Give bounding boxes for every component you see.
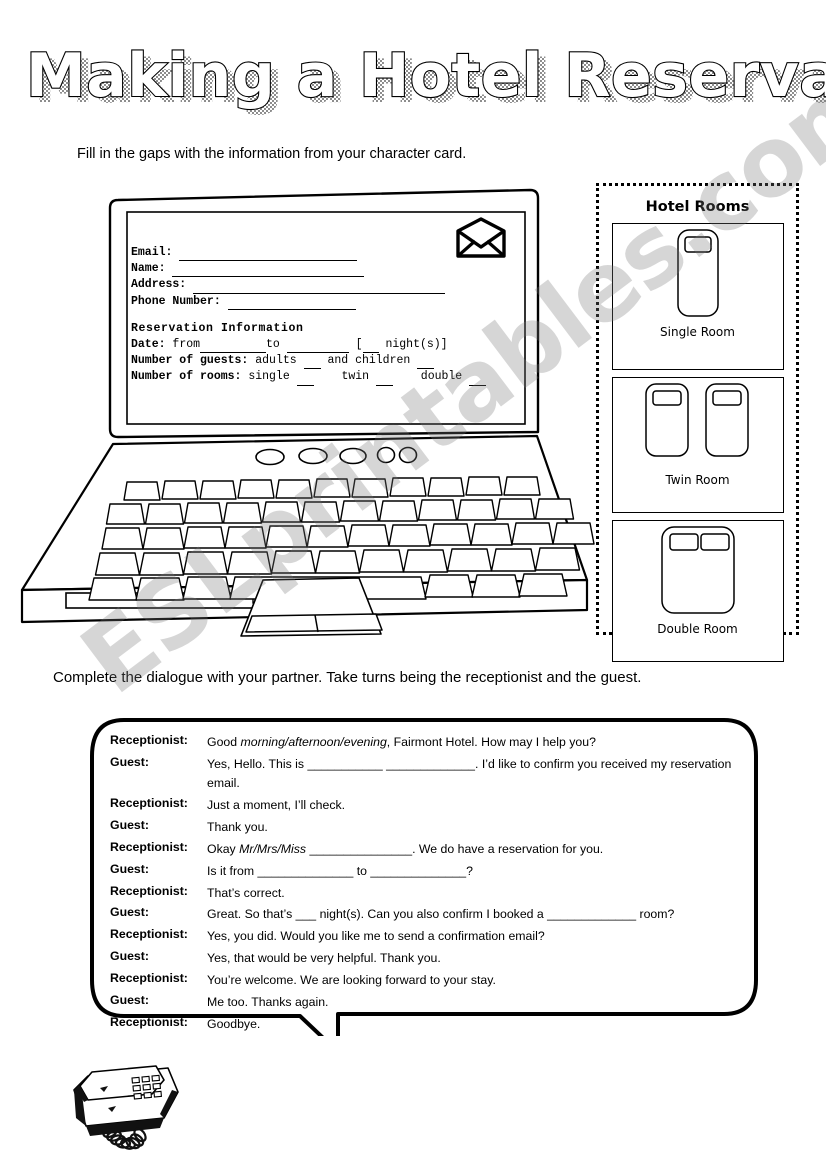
form-input-children[interactable] — [417, 357, 435, 370]
room-label-single: Single Room — [660, 325, 735, 339]
dialogue-row: Receptionist: That’s correct. — [110, 884, 760, 903]
form-input-name[interactable] — [172, 265, 365, 278]
form-label-phone: Phone Number: — [131, 294, 221, 308]
dialogue-row: Guest: Thank you. — [110, 818, 760, 837]
dialogue-speaker: Receptionist: — [110, 927, 188, 942]
dialogue-speaker: Guest: — [110, 754, 149, 769]
dialogue-row: Guest: Great. So that’s ___ night(s). Can… — [110, 905, 760, 924]
dialogue-row: Receptionist: Just a moment, I’ll check. — [110, 796, 760, 815]
trackpad-buttons — [245, 613, 383, 633]
telephone-icon — [60, 1046, 190, 1156]
room-card-double[interactable]: Double Room — [611, 520, 784, 662]
form-label-email: Email: — [131, 246, 173, 259]
instruction-complete-dialogue: Complete the dialogue with your partner.… — [53, 669, 642, 686]
form-input-address[interactable] — [193, 282, 446, 294]
dialogue-text: Yes, you did. Would you like me to send … — [207, 929, 545, 944]
reservation-form: Email: Name: Address: Phone Number: Rese… — [131, 245, 511, 386]
double-bed-icon — [660, 526, 735, 614]
form-input-phone[interactable] — [227, 298, 356, 310]
form-input-single[interactable] — [296, 374, 314, 386]
dialogue-text: Just a moment, I’ll check. — [207, 797, 346, 812]
dialogue-row: Receptionist: Yes, you did. Would you lik… — [110, 927, 760, 946]
form-row-guests: Number of guests: adults and children — [131, 353, 511, 370]
dialogue-speaker: Guest: — [110, 817, 149, 832]
form-text-nights: night(s)] — [385, 338, 448, 352]
form-input-twin[interactable] — [375, 374, 393, 386]
dialogue-text: Good morning/afternoon/evening, Fairmont… — [207, 735, 596, 749]
dialogue-row: Receptionist: You’re welcome. We are look… — [110, 971, 760, 990]
form-label-guests: Number of guests: — [131, 354, 249, 368]
form-row-email: Email: — [131, 245, 511, 262]
room-label-twin: Twin Room — [665, 473, 730, 487]
form-text-single: single — [248, 370, 290, 384]
room-card-twin[interactable]: Twin Room — [611, 377, 784, 513]
dialogue-speaker: Receptionist: — [110, 839, 188, 854]
form-input-email[interactable] — [179, 249, 358, 262]
dialogue-text: You’re welcome. We are looking forward t… — [207, 973, 496, 988]
dialogue-speaker: Receptionist: — [110, 971, 188, 986]
envelope-icon — [455, 217, 507, 264]
page-title-text: Making a Hotel Reservation — [26, 41, 826, 111]
hotel-rooms-title: Hotel Rooms — [645, 199, 750, 215]
hotel-rooms-panel: Hotel Rooms Single Room Twin Room Double… — [596, 183, 799, 662]
form-text-to: to — [266, 338, 280, 352]
dialogue-transcript: Receptionist: Good morning/afternoon/even… — [110, 733, 760, 1037]
dialogue-row: Receptionist: Goodbye. — [110, 1015, 760, 1034]
dialogue-speaker: Guest: — [110, 861, 149, 876]
dialogue-row: Guest: Yes, Hello. This is ___________ __… — [110, 755, 760, 792]
dialogue-row: Guest: Yes, that would be very helpful. T… — [110, 949, 760, 968]
dialogue-text: Me too. Thanks again. — [207, 995, 329, 1010]
dialogue-speaker: Guest: — [110, 905, 149, 920]
dialogue-text: Great. So that’s ___ night(s). Can you a… — [207, 907, 675, 922]
form-text-adults: adults — [255, 354, 297, 368]
form-label-address: Address: — [131, 278, 187, 292]
page-title: Making a Hotel Reservation Making a Hote… — [0, 36, 826, 118]
form-input-double[interactable] — [469, 374, 487, 386]
dialogue-row: Guest: Me too. Thanks again. — [110, 993, 760, 1012]
form-text-bracket: [ — [355, 338, 363, 352]
dialogue-text: That’s correct. — [207, 885, 285, 900]
form-text-children: and children — [327, 354, 411, 368]
dialogue-speaker: Receptionist: — [110, 795, 188, 810]
form-row-phone: Phone Number: — [131, 294, 511, 310]
form-label-date: Date: — [131, 338, 166, 352]
form-spacer — [131, 310, 511, 321]
room-card-single[interactable]: Single Room — [611, 223, 784, 370]
dialogue-speaker: Guest: — [110, 993, 149, 1008]
dialogue-speaker: Receptionist: — [110, 733, 188, 747]
dialogue-speaker: Receptionist: — [110, 883, 188, 898]
dialogue-text: Is it from ______________ to ___________… — [207, 863, 473, 878]
form-row-name: Name: — [131, 261, 511, 278]
dialogue-speaker: Guest: — [110, 949, 149, 964]
room-label-double: Double Room — [657, 622, 738, 636]
form-text-twin: twin — [341, 370, 370, 384]
form-row-address: Address: — [131, 277, 511, 294]
form-input-adults[interactable] — [303, 357, 321, 370]
form-text-double: double — [420, 370, 463, 384]
dialogue-text: Okay Mr/Mrs/Miss _______________. We do … — [207, 841, 604, 856]
form-input-date-from[interactable] — [200, 341, 267, 354]
instruction-fill-gaps: Fill in the gaps with the information fr… — [77, 146, 467, 162]
form-section-heading: Reservation Information — [131, 321, 304, 335]
form-label-rooms: Number of rooms: — [131, 370, 242, 384]
single-bed-icon — [676, 229, 719, 317]
form-text-from: from — [172, 338, 201, 352]
dialogue-text: Yes, Hello. This is ___________ ________… — [207, 756, 732, 790]
dialogue-text: Yes, that would be very helpful. Thank y… — [207, 951, 441, 966]
twin-bed-icon — [644, 383, 749, 457]
dialogue-text: Goodbye. — [207, 1017, 261, 1032]
form-input-date-to[interactable] — [286, 341, 349, 354]
dialogue-speaker: Receptionist: — [110, 1015, 188, 1030]
dialogue-text: Thank you. — [207, 819, 268, 834]
form-row-rooms: Number of rooms: single twin double — [131, 369, 511, 386]
form-row-date: Date: from to [ night(s)] — [131, 337, 511, 354]
form-input-nights[interactable] — [362, 341, 379, 354]
form-label-name: Name: — [131, 262, 166, 276]
dialogue-row: Receptionist: Good morning/afternoon/even… — [110, 733, 760, 752]
dialogue-row: Receptionist: Okay Mr/Mrs/Miss __________… — [110, 840, 760, 859]
dialogue-row: Guest: Is it from ______________ to _____… — [110, 862, 760, 881]
